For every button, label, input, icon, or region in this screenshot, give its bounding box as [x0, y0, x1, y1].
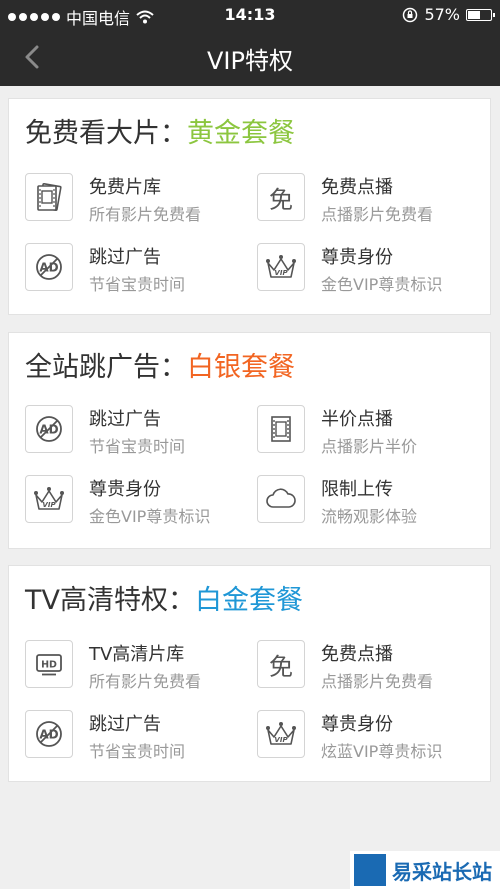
feature-desc: 点播影片半价	[321, 437, 418, 456]
svg-text:HD: HD	[41, 660, 57, 671]
package-name: 白银套餐	[187, 352, 295, 383]
feature-name: 免费点播	[321, 177, 393, 198]
no-ad-icon: AD	[25, 710, 73, 758]
no-ad-icon: AD	[25, 243, 73, 291]
feature-name: 尊贵身份	[89, 479, 161, 500]
feature-name: 免费片库	[89, 177, 161, 198]
feature-item[interactable]: 免费片库 所有影片免费看	[25, 173, 245, 229]
free-icon: 免	[257, 640, 305, 688]
card-title: 免费看大片：黄金套餐	[25, 118, 295, 149]
feature-name: 跳过广告	[89, 247, 161, 268]
page-title: VIP特权	[207, 47, 293, 75]
vip-crown-icon: VIP	[257, 243, 305, 291]
feature-name: 免费点播	[321, 644, 393, 665]
package-name: 白金套餐	[194, 585, 303, 616]
watermark: 易采站长站	[350, 851, 500, 889]
svg-text:VIP: VIP	[274, 269, 288, 277]
cloud-icon	[257, 475, 305, 523]
feature-item[interactable]: 半价点播 点播影片半价	[257, 405, 477, 461]
feature-desc: 金色VIP尊贵标识	[89, 507, 211, 526]
feature-desc: 点播影片免费看	[321, 672, 434, 691]
package-name: 黄金套餐	[187, 118, 295, 149]
platinum-package-card[interactable]: TV高清特权：白金套餐 HD TV高清片库 所有影片免费看 免 免费点播 点播影…	[8, 565, 491, 782]
battery-icon	[466, 8, 495, 21]
watermark-logo-icon	[354, 854, 386, 886]
feature-item[interactable]: AD 跳过广告 节省宝贵时间	[25, 243, 245, 299]
vip-crown-icon: VIP	[25, 475, 73, 523]
vip-crown-icon: VIP	[257, 710, 305, 758]
feature-desc: 流畅观影体验	[321, 507, 418, 526]
feature-name: 尊贵身份	[321, 247, 393, 268]
feature-name: 跳过广告	[89, 409, 161, 430]
feature-desc: 金色VIP尊贵标识	[321, 275, 443, 294]
card-title: 全站跳广告：白银套餐	[25, 352, 295, 383]
feature-desc: 节省宝贵时间	[89, 275, 186, 294]
feature-desc: 所有影片免费看	[89, 205, 202, 224]
feature-item[interactable]: 免 免费点播 点播影片免费看	[257, 640, 477, 696]
feature-item[interactable]: 免 免费点播 点播影片免费看	[257, 173, 477, 229]
feature-item[interactable]: VIP 尊贵身份 金色VIP尊贵标识	[25, 475, 245, 531]
card-title: TV高清特权：白金套餐	[25, 585, 303, 616]
feature-desc: 炫蓝VIP尊贵标识	[321, 742, 443, 761]
feature-item[interactable]: AD 跳过广告 节省宝贵时间	[25, 710, 245, 766]
feature-desc: 所有影片免费看	[89, 672, 202, 691]
feature-item[interactable]: AD 跳过广告 节省宝贵时间	[25, 405, 245, 461]
feature-item[interactable]: VIP 尊贵身份 金色VIP尊贵标识	[257, 243, 477, 299]
film-strip-icon	[257, 405, 305, 453]
feature-desc: 节省宝贵时间	[89, 742, 186, 761]
status-bar: 中国电信 14:13 57%	[0, 0, 500, 30]
feature-name: 限制上传	[321, 479, 393, 500]
free-icon: 免	[257, 173, 305, 221]
feature-item[interactable]: 限制上传 流畅观影体验	[257, 475, 477, 531]
orientation-lock-icon	[403, 7, 418, 22]
feature-item[interactable]: VIP 尊贵身份 炫蓝VIP尊贵标识	[257, 710, 477, 766]
battery-percent: 57%	[424, 5, 460, 24]
svg-text:VIP: VIP	[42, 501, 56, 509]
feature-name: 尊贵身份	[321, 714, 393, 735]
gold-package-card[interactable]: 免费看大片：黄金套餐 免费片库 所有影片免费看 免 免费点播 点播影片免费看 A…	[8, 98, 491, 315]
hd-tv-icon: HD	[25, 640, 73, 688]
feature-name: 跳过广告	[89, 714, 161, 735]
watermark-text: 易采站长站	[392, 859, 492, 884]
feature-desc: 节省宝贵时间	[89, 437, 186, 456]
film-library-icon	[25, 173, 73, 221]
feature-desc: 点播影片免费看	[321, 205, 434, 224]
navigation-bar: VIP特权	[0, 30, 500, 86]
svg-text:VIP: VIP	[274, 736, 288, 744]
feature-name: 半价点播	[321, 409, 393, 430]
no-ad-icon: AD	[25, 405, 73, 453]
feature-item[interactable]: HD TV高清片库 所有影片免费看	[25, 640, 245, 696]
feature-name: TV高清片库	[89, 644, 185, 665]
silver-package-card[interactable]: 全站跳广告：白银套餐 AD 跳过广告 节省宝贵时间 半价点播 点播影片半价	[8, 332, 491, 549]
